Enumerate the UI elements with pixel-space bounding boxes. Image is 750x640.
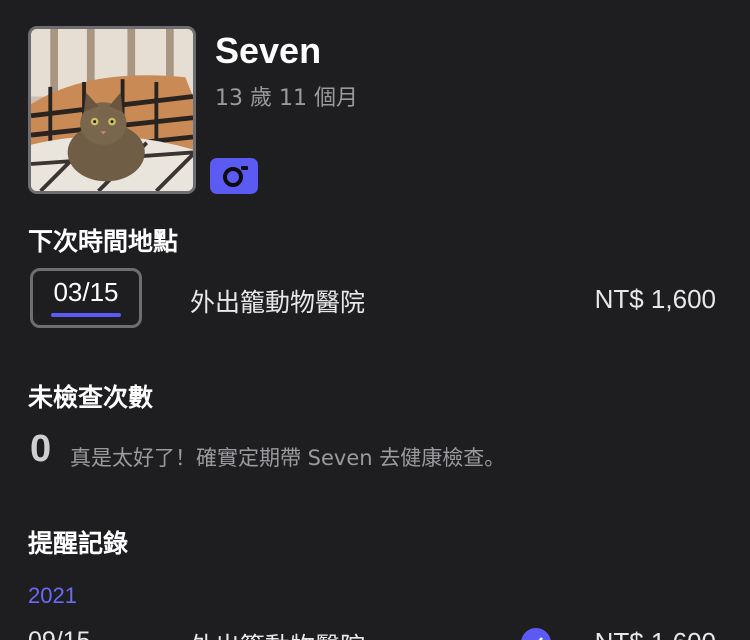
reminder-log-year: 2021 [28,583,77,608]
log-entry-place: 外出籠動物醫院 [190,627,365,640]
missed-checkups-title: 未檢查次數 [28,383,154,412]
log-entry-date: 09/15 [28,627,91,640]
cat-photo-image [31,29,193,191]
date-underline [51,313,121,317]
camera-icon [223,166,248,187]
pet-name: Seven [215,30,322,71]
reminder-log-title: 提醒記錄 [28,529,129,558]
next-visit-title: 下次時間地點 [28,227,179,256]
camera-button[interactable] [210,158,258,194]
pet-age: 13 歲 11 個月 [215,86,358,111]
pet-photo[interactable] [28,26,196,194]
next-visit-price: NT$ 1,600 [594,284,716,314]
check-icon [521,628,551,640]
log-entry-price: NT$ 1,600 [595,627,716,640]
missed-checkups-count: 0 [30,428,52,470]
next-visit-date-chip[interactable]: 03/15 [30,268,142,328]
missed-checkups-message: 真是太好了！確實定期帶 Seven 去健康檢查。 [70,446,506,470]
next-visit-date: 03/15 [53,277,119,307]
next-visit-place: 外出籠動物醫院 [190,288,366,317]
